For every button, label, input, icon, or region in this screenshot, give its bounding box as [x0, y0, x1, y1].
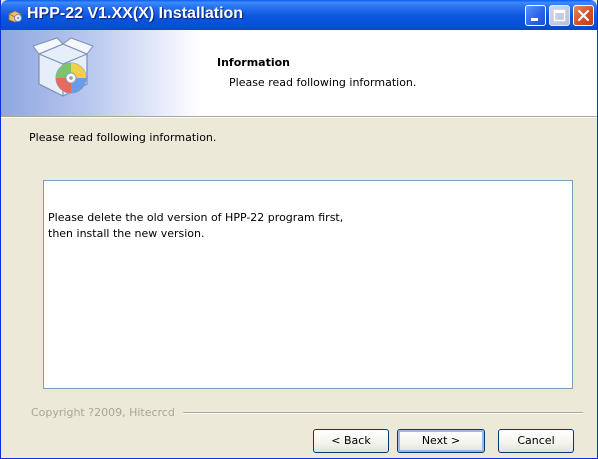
cancel-button[interactable]: Cancel — [498, 429, 574, 453]
information-textbox[interactable]: Please delete the old version of HPP-22 … — [43, 180, 573, 389]
installer-icon — [8, 10, 22, 23]
minimize-button[interactable] — [525, 5, 546, 26]
title-bar[interactable]: HPP-22 V1.XX(X) Installation — [1, 0, 597, 30]
back-button[interactable]: < Back — [313, 429, 389, 453]
info-line: Please delete the old version of HPP-22 … — [48, 211, 344, 224]
setup-box-cd-icon — [32, 37, 94, 97]
header-title: Information — [217, 56, 290, 69]
minimize-icon — [531, 18, 538, 21]
info-line: then install the new version. — [48, 227, 205, 240]
branding-divider-highlight — [183, 413, 583, 414]
maximize-button[interactable] — [549, 5, 570, 26]
header-divider-highlight — [1, 117, 597, 118]
close-icon — [577, 9, 590, 22]
installer-window: HPP-22 V1.XX(X) Installation Information… — [0, 0, 598, 459]
wizard-header: Information Please read following inform… — [1, 30, 597, 116]
window-title: HPP-22 V1.XX(X) Installation — [27, 5, 244, 22]
branding-row: Copyright ?2009, Hitecrcd — [1, 406, 597, 420]
maximize-icon — [553, 9, 566, 22]
intro-text: Please read following information. — [29, 131, 217, 144]
next-button[interactable]: Next > — [397, 429, 485, 453]
header-subtitle: Please read following information. — [229, 76, 417, 89]
branding-text: Copyright ?2009, Hitecrcd — [31, 406, 175, 419]
close-button[interactable] — [573, 5, 594, 26]
